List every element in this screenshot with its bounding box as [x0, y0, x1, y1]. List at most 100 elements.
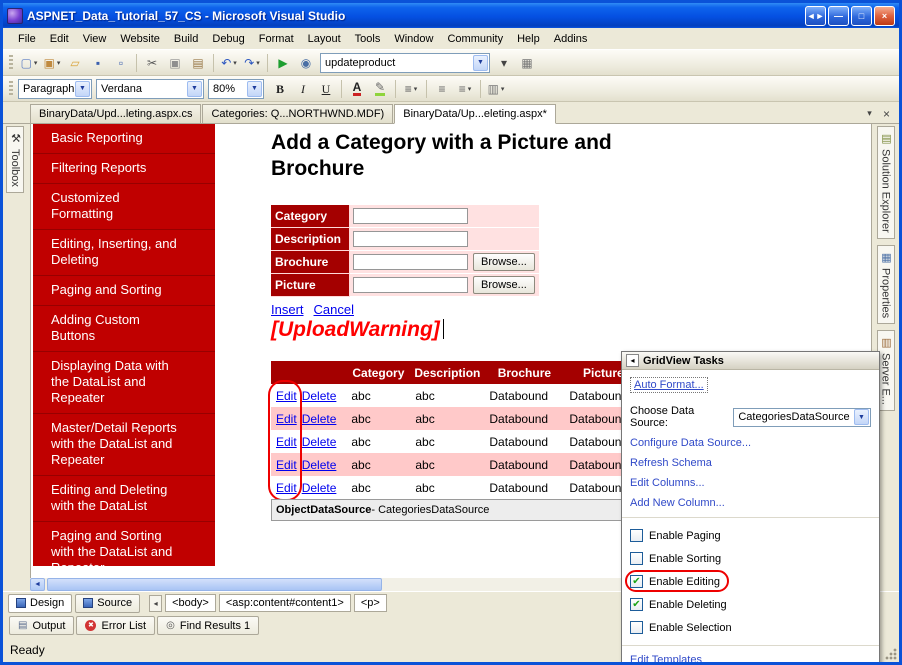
browse-button[interactable]: Browse... — [473, 253, 535, 271]
resize-grip[interactable] — [885, 648, 898, 661]
save-button[interactable]: ▪ — [87, 53, 109, 73]
objectdatasource-control[interactable]: ObjectDataSource - CategoriesDataSource — [271, 499, 623, 521]
sidebar-item-paging-and-sorting[interactable]: Paging and Sorting — [33, 276, 215, 306]
picture-input[interactable] — [353, 277, 468, 293]
edit-link[interactable]: Edit — [276, 458, 297, 472]
menu-item-website[interactable]: Website — [113, 30, 167, 48]
style-combo[interactable]: Paragraph ▼ — [18, 78, 92, 99]
cancel-link[interactable]: Cancel — [314, 302, 354, 317]
edit-link[interactable]: Edit — [276, 412, 297, 426]
italic-button-button[interactable]: I — [292, 79, 314, 99]
edit-link[interactable]: Edit — [276, 435, 297, 449]
chevron-down-icon[interactable]: ▼ — [854, 409, 869, 425]
checkbox-enable-deleting[interactable]: ✔ Enable Deleting — [630, 593, 871, 616]
checkbox-box[interactable]: ✔ — [630, 575, 643, 588]
doc-tab-binarydata-up-eleting-aspx[interactable]: BinaryData/Up...eleting.aspx* — [394, 104, 556, 124]
font-color-button[interactable]: A — [346, 79, 368, 99]
checkbox-box[interactable] — [630, 552, 643, 565]
menu-item-community[interactable]: Community — [440, 30, 510, 48]
edit-columns-link[interactable]: Edit Columns... — [630, 477, 871, 489]
validation-tools-button[interactable]: ▥ ▾ — [485, 79, 507, 99]
side-tab-solution-explorer[interactable]: ▤ Solution Explorer — [876, 126, 895, 239]
smart-tag-collapse-icon[interactable]: ◂ — [626, 354, 639, 367]
menu-item-debug[interactable]: Debug — [205, 30, 251, 48]
menu-item-window[interactable]: Window — [387, 30, 440, 48]
new-project-button[interactable]: ▢ ▾ — [18, 53, 40, 73]
delete-link[interactable]: Delete — [302, 412, 337, 426]
undo-button[interactable]: ↶ ▾ — [218, 53, 240, 73]
combo-dropdown-button[interactable]: ▾ — [493, 53, 515, 73]
browse-with-button[interactable]: ◉ — [295, 53, 317, 73]
numbered-list-button[interactable]: ≡ — [431, 79, 453, 99]
dock-toggle-button[interactable]: ◄► — [805, 5, 826, 26]
menu-item-file[interactable]: File — [11, 30, 43, 48]
checkbox-box[interactable] — [630, 529, 643, 542]
cut-button[interactable]: ✂ — [141, 53, 163, 73]
menu-item-addins[interactable]: Addins — [547, 30, 595, 48]
checkbox-enable-editing[interactable]: ✔ Enable Editing — [625, 570, 871, 593]
tag-chip-body[interactable]: <body> — [165, 594, 216, 612]
toolbar-grip[interactable] — [9, 80, 13, 97]
close-button[interactable]: × — [874, 5, 895, 26]
browse-button[interactable]: Browse... — [473, 276, 535, 294]
paste-button[interactable]: ▤ — [187, 53, 209, 73]
toolbar-options-button[interactable]: ▦ — [516, 53, 538, 73]
tag-chip-p[interactable]: <p> — [353, 594, 387, 612]
sidebar-item-editing-and-deleting-with-the-datalist[interactable]: Editing and Deleting with the DataList — [33, 476, 215, 522]
panel-tab-find-results-1[interactable]: ◎ Find Results 1 — [157, 616, 260, 635]
save-all-button[interactable]: ▫ — [110, 53, 132, 73]
configure-data-source-link[interactable]: Configure Data Source... — [630, 437, 871, 449]
tab-list-dropdown-icon[interactable]: ▾ — [862, 106, 877, 121]
menu-item-edit[interactable]: Edit — [43, 30, 76, 48]
edit-templates-link[interactable]: Edit Templates — [630, 654, 871, 662]
sidebar-item-filtering-reports[interactable]: Filtering Reports — [33, 154, 215, 184]
source-view-button[interactable]: Source — [75, 593, 141, 613]
sidebar-item-editing-inserting-and-deleting[interactable]: Editing, Inserting, and Deleting — [33, 230, 215, 276]
menu-item-help[interactable]: Help — [510, 30, 547, 48]
tag-navigator-scroll-icon[interactable]: ◂ — [149, 594, 163, 612]
sidebar-item-customized-formatting[interactable]: Customized Formatting — [33, 184, 215, 230]
panel-tab-output[interactable]: ▤ Output — [9, 616, 75, 635]
size-combo[interactable]: 80% ▼ — [208, 78, 264, 99]
toolbox-tab[interactable]: ⚒ Toolbox — [6, 126, 24, 193]
highlight-button[interactable]: ✎ — [369, 79, 391, 99]
chevron-down-icon[interactable]: ▼ — [247, 80, 262, 97]
checkbox-enable-selection[interactable]: Enable Selection — [630, 616, 871, 639]
delete-link[interactable]: Delete — [302, 389, 337, 403]
underline-button-button[interactable]: U — [315, 79, 337, 99]
side-tab-properties[interactable]: ▦ Properties — [876, 244, 895, 324]
command-combo[interactable]: updateproduct ▼ — [320, 52, 490, 73]
scroll-left-icon[interactable]: ◄ — [30, 578, 45, 591]
checkbox-box[interactable]: ✔ — [630, 598, 643, 611]
delete-link[interactable]: Delete — [302, 435, 337, 449]
sidebar-item-master-detail-reports-with-the-datalist-and-repeater[interactable]: Master/Detail Reports with the DataList … — [33, 414, 215, 476]
tag-chip-asp-content-content1[interactable]: <asp:content#content1> — [218, 594, 351, 612]
add-new-column-link[interactable]: Add New Column... — [630, 497, 871, 509]
brochure-input[interactable] — [353, 254, 468, 270]
redo-button[interactable]: ↷ ▾ — [241, 53, 263, 73]
sidebar-item-adding-custom-buttons[interactable]: Adding Custom Buttons — [33, 306, 215, 352]
doc-tab-binarydata-upd-leting-aspx-cs[interactable]: BinaryData/Upd...leting.aspx.cs — [30, 104, 202, 123]
open-file-button[interactable]: ▱ — [64, 53, 86, 73]
start-debug-button[interactable]: ▶ — [272, 53, 294, 73]
checkbox-enable-paging[interactable]: Enable Paging — [630, 524, 871, 547]
description-input[interactable] — [353, 231, 468, 247]
checkbox-enable-sorting[interactable]: Enable Sorting — [630, 547, 871, 570]
scrollbar-thumb[interactable] — [47, 578, 382, 591]
add-new-item-button[interactable]: ▣ ▾ — [41, 53, 63, 73]
sidebar-item-basic-reporting[interactable]: Basic Reporting — [33, 124, 215, 154]
insert-link[interactable]: Insert — [271, 302, 304, 317]
delete-link[interactable]: Delete — [302, 481, 337, 495]
bullet-list-button[interactable]: ≡ ▾ — [454, 79, 476, 99]
auto-format-link[interactable]: Auto Format... — [630, 377, 708, 393]
toolbar-grip[interactable] — [9, 54, 13, 71]
menu-item-format[interactable]: Format — [252, 30, 301, 48]
menu-item-tools[interactable]: Tools — [348, 30, 388, 48]
chevron-down-icon[interactable]: ▼ — [75, 80, 90, 97]
chevron-down-icon[interactable]: ▼ — [473, 54, 488, 71]
bold-button-button[interactable]: B — [269, 79, 291, 99]
refresh-schema-link[interactable]: Refresh Schema — [630, 457, 871, 469]
menu-item-view[interactable]: View — [76, 30, 114, 48]
category-input[interactable] — [353, 208, 468, 224]
panel-tab-error-list[interactable]: ✖ Error List — [76, 616, 156, 635]
